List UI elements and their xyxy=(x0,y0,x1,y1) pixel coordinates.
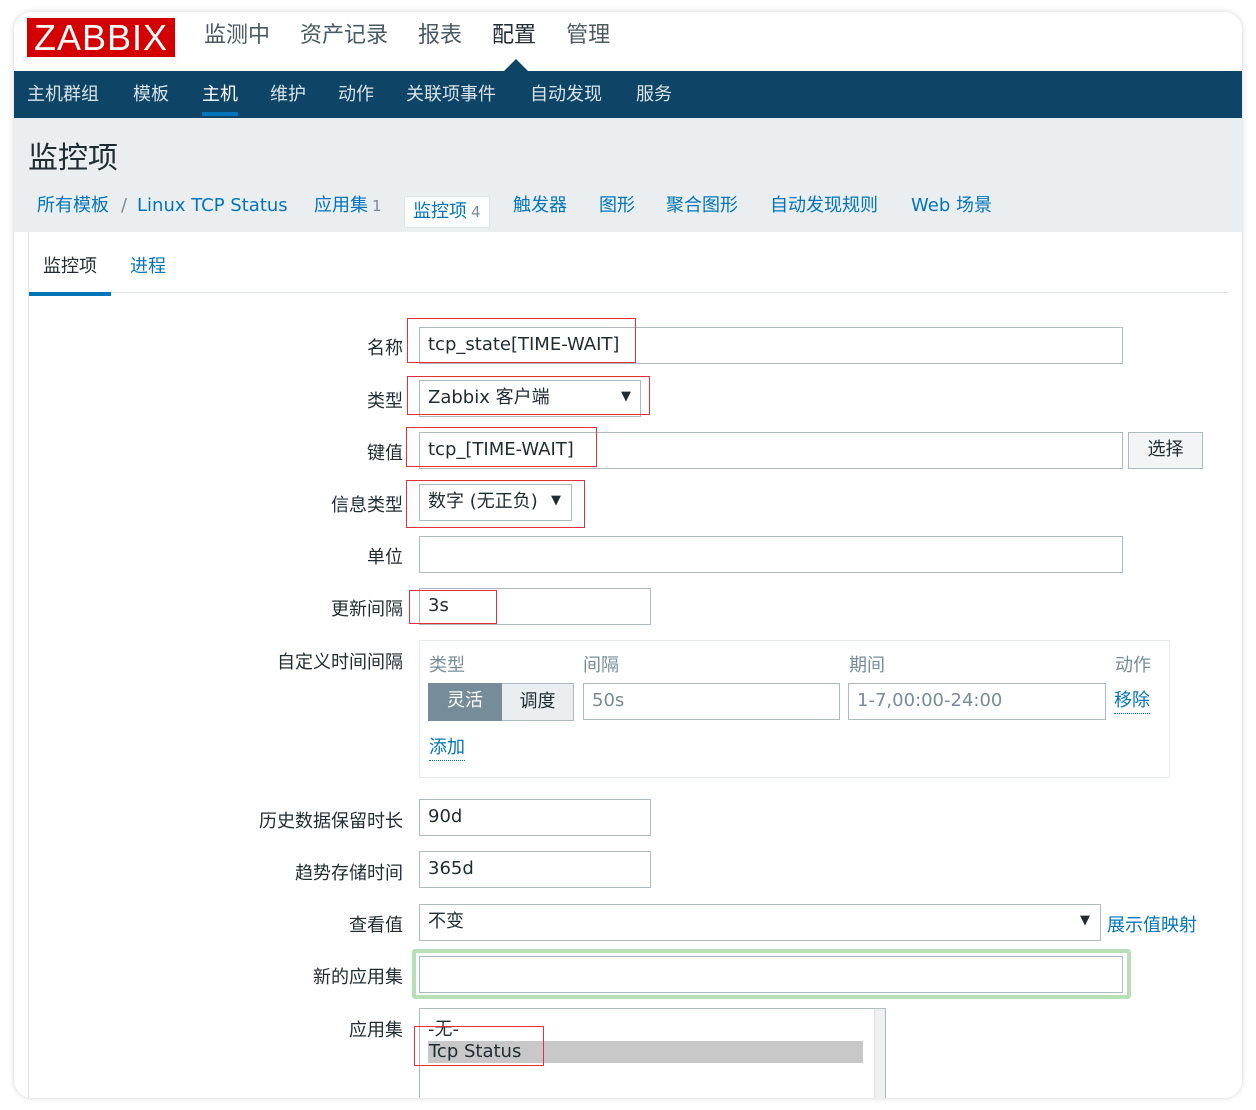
breadcrumb-all-templates[interactable]: 所有模板 xyxy=(37,180,109,232)
key-select-button[interactable]: 选择 xyxy=(1128,432,1203,469)
new-application-label: 新的应用集 xyxy=(313,967,403,988)
show-value-select-value: 不变 xyxy=(428,911,464,932)
breadcrumb-graphs[interactable]: 图形 xyxy=(599,180,635,232)
scheduling-toggle[interactable]: 调度 xyxy=(502,683,574,721)
info-type-label: 信息类型 xyxy=(331,495,403,516)
applications-label: 应用集 xyxy=(349,1020,403,1041)
show-value-mappings-link[interactable]: 展示值映射 xyxy=(1107,911,1197,937)
breadcrumb-web-scenarios[interactable]: Web 场景 xyxy=(911,180,992,232)
page-header: 监控项 xyxy=(14,118,1242,181)
custom-col-period: 期间 xyxy=(849,655,885,676)
update-interval-input[interactable]: 3s xyxy=(419,588,651,625)
update-interval-label: 更新间隔 xyxy=(331,599,403,620)
show-value-select[interactable]: 不变 xyxy=(419,904,1101,941)
custom-intervals-label: 自定义时间间隔 xyxy=(277,652,403,673)
applications-scrollbar[interactable] xyxy=(874,1009,885,1098)
custom-intervals-panel: 类型 间隔 期间 动作 灵活 调度 50s 1-7,00:00-24:00 移除… xyxy=(419,640,1170,778)
page-title: 监控项 xyxy=(28,141,118,176)
info-type-select-value: 数字 (无正负) xyxy=(428,491,538,512)
units-input[interactable] xyxy=(419,536,1123,573)
top-bar: ZABBIX 监测中 资产记录 报表 配置 管理 xyxy=(14,12,1242,71)
breadcrumb-discovery-rules[interactable]: 自动发现规则 xyxy=(770,180,878,232)
units-label: 单位 xyxy=(367,547,403,568)
application-option-none[interactable]: -无- xyxy=(428,1019,459,1041)
info-type-dropdown-arrow-icon: ▼ xyxy=(551,493,561,508)
custom-col-type: 类型 xyxy=(429,655,465,676)
sub-menu: 主机群组 模板 主机 维护 动作 关联项事件 自动发现 服务 xyxy=(14,71,1242,118)
application-option-tcp-status[interactable]: Tcp Status xyxy=(428,1041,863,1063)
sub-menu-actions[interactable]: 动作 xyxy=(338,71,374,118)
key-input[interactable]: tcp_[TIME-WAIT] xyxy=(419,432,1123,469)
main-menu-reports[interactable]: 报表 xyxy=(418,22,462,50)
form-tabs: 监控项 进程 xyxy=(29,232,1229,296)
main-menu-administration[interactable]: 管理 xyxy=(566,22,610,50)
name-label: 名称 xyxy=(367,338,403,359)
breadcrumb-items[interactable]: 监控项 4 xyxy=(404,196,490,228)
trends-label: 趋势存储时间 xyxy=(295,863,403,884)
name-input[interactable]: tcp_state[TIME-WAIT] xyxy=(419,327,1123,364)
sub-menu-services[interactable]: 服务 xyxy=(636,71,672,118)
applications-listbox[interactable]: -无- Tcp Status xyxy=(419,1008,886,1098)
custom-col-action: 动作 xyxy=(1115,655,1151,676)
main-menu: 监测中 资产记录 报表 配置 管理 xyxy=(204,22,640,50)
item-form: 名称 tcp_state[TIME-WAIT] 类型 Zabbix 客户端 ▼ … xyxy=(29,292,1242,1098)
main-menu-monitoring[interactable]: 监测中 xyxy=(204,22,270,50)
tab-item[interactable]: 监控项 xyxy=(29,254,111,296)
active-menu-caret-icon xyxy=(504,59,528,71)
info-type-select[interactable]: 数字 (无正负) xyxy=(419,484,572,521)
history-input[interactable]: 90d xyxy=(419,799,651,836)
breadcrumb-items-label: 监控项 xyxy=(413,201,467,222)
key-label: 键值 xyxy=(367,443,403,464)
flexible-toggle[interactable]: 灵活 xyxy=(428,683,502,721)
new-application-input[interactable] xyxy=(419,956,1123,993)
breadcrumb-applications-label: 应用集 xyxy=(314,195,368,216)
sub-menu-hosts[interactable]: 主机 xyxy=(202,71,238,118)
add-interval-link[interactable]: 添加 xyxy=(429,736,465,761)
trends-input[interactable]: 365d xyxy=(419,851,651,888)
breadcrumb-items-count: 4 xyxy=(471,203,481,221)
custom-period-input[interactable]: 1-7,00:00-24:00 xyxy=(848,683,1106,720)
type-select-value: Zabbix 客户端 xyxy=(428,387,550,408)
type-label: 类型 xyxy=(367,391,403,412)
breadcrumb-triggers[interactable]: 触发器 xyxy=(513,180,567,232)
app-window: ZABBIX 监测中 资产记录 报表 配置 管理 主机群组 模板 主机 维护 动… xyxy=(14,12,1242,1098)
sub-menu-host-groups[interactable]: 主机群组 xyxy=(27,71,99,118)
custom-interval-input[interactable]: 50s xyxy=(583,683,840,720)
show-value-dropdown-arrow-icon: ▼ xyxy=(1080,913,1090,928)
breadcrumb-separator: / xyxy=(121,195,128,216)
breadcrumb-template[interactable]: Linux TCP Status xyxy=(137,180,288,232)
main-menu-inventory[interactable]: 资产记录 xyxy=(300,22,388,50)
type-dropdown-arrow-icon: ▼ xyxy=(621,389,631,404)
sub-menu-maintenance[interactable]: 维护 xyxy=(270,71,306,118)
main-menu-configuration[interactable]: 配置 xyxy=(492,22,536,50)
tab-preprocessing[interactable]: 进程 xyxy=(130,254,166,292)
sub-menu-correlation[interactable]: 关联项事件 xyxy=(406,71,496,118)
breadcrumb: 所有模板 / Linux TCP Status 应用集 1 监控项 4 触发器 图形… xyxy=(14,180,1242,232)
show-value-label: 查看值 xyxy=(349,915,403,936)
sub-menu-discovery[interactable]: 自动发现 xyxy=(530,71,602,118)
custom-col-interval: 间隔 xyxy=(583,655,619,676)
remove-interval-link[interactable]: 移除 xyxy=(1114,689,1150,714)
breadcrumb-applications[interactable]: 应用集 1 xyxy=(314,180,382,232)
main-content: 监控项 进程 名称 tcp_state[TIME-WAIT] 类型 Zabbix… xyxy=(28,232,1242,1098)
zabbix-logo[interactable]: ZABBIX xyxy=(27,18,175,57)
history-label: 历史数据保留时长 xyxy=(259,811,403,832)
sub-menu-templates[interactable]: 模板 xyxy=(133,71,169,118)
breadcrumb-applications-count: 1 xyxy=(372,197,382,215)
breadcrumb-screens[interactable]: 聚合图形 xyxy=(666,180,738,232)
type-select[interactable]: Zabbix 客户端 xyxy=(419,380,641,417)
